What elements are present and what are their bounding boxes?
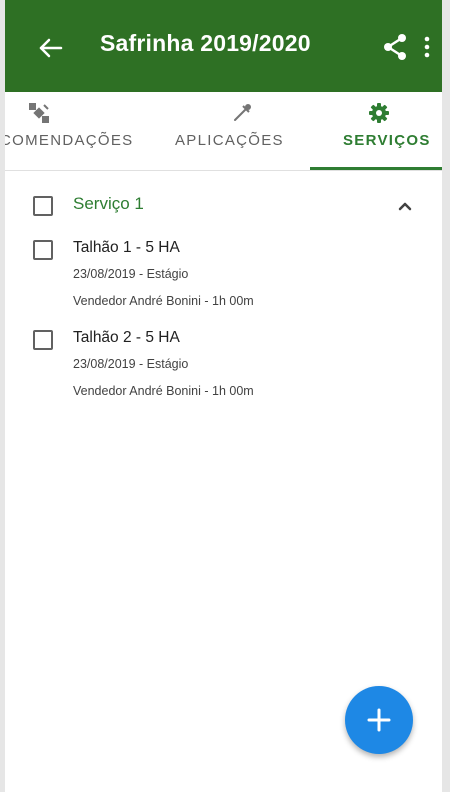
right-edge xyxy=(442,0,450,792)
arrow-left-icon xyxy=(39,38,63,58)
satellite-icon xyxy=(29,103,49,123)
service-checkbox[interactable] xyxy=(33,196,53,216)
more-options-button[interactable] xyxy=(417,32,437,62)
item-checkbox[interactable] xyxy=(33,240,53,260)
tab-servicos[interactable]: SERVIÇOS xyxy=(310,92,442,170)
collapse-button[interactable] xyxy=(393,194,417,218)
tab-label: SERVIÇOS xyxy=(343,132,431,149)
item-date-stage: 23/08/2019 - Estágio xyxy=(73,357,189,371)
item-checkbox[interactable] xyxy=(33,330,53,350)
service-group-header[interactable]: Serviço 1 xyxy=(5,180,442,230)
list-item[interactable]: Talhão 2 - 5 HA 23/08/2019 - Estágio Ven… xyxy=(5,326,442,414)
item-date-stage: 23/08/2019 - Estágio xyxy=(73,267,189,281)
tab-label: COMENDAÇÕES xyxy=(5,132,134,149)
chevron-up-icon xyxy=(398,202,412,211)
item-vendor: Vendedor André Bonini - 1h 00m xyxy=(73,294,254,308)
back-button[interactable] xyxy=(33,30,73,66)
page-title: Safrinha 2019/2020 xyxy=(100,30,311,56)
active-tab-indicator xyxy=(310,167,442,170)
gear-icon xyxy=(369,103,389,123)
list-item[interactable]: Talhão 1 - 5 HA 23/08/2019 - Estágio Ven… xyxy=(5,236,442,324)
service-title: Serviço 1 xyxy=(73,194,144,213)
item-title: Talhão 1 - 5 HA xyxy=(73,239,180,256)
tab-bar: COMENDAÇÕES APLICAÇÕES SERVIÇOS xyxy=(5,92,442,171)
item-vendor: Vendedor André Bonini - 1h 00m xyxy=(73,384,254,398)
tab-label: APLICAÇÕES xyxy=(175,132,284,149)
more-vert-icon xyxy=(424,36,430,58)
item-title: Talhão 2 - 5 HA xyxy=(73,329,180,346)
app-bar: Safrinha 2019/2020 xyxy=(5,0,442,92)
tab-aplicacoes[interactable]: APLICAÇÕES xyxy=(173,92,318,170)
share-button[interactable] xyxy=(380,32,410,62)
dropper-icon xyxy=(234,104,251,121)
plus-icon xyxy=(367,708,391,732)
share-icon xyxy=(384,34,406,60)
tab-recomendacoes[interactable]: COMENDAÇÕES xyxy=(5,92,160,170)
add-button[interactable] xyxy=(345,686,413,754)
